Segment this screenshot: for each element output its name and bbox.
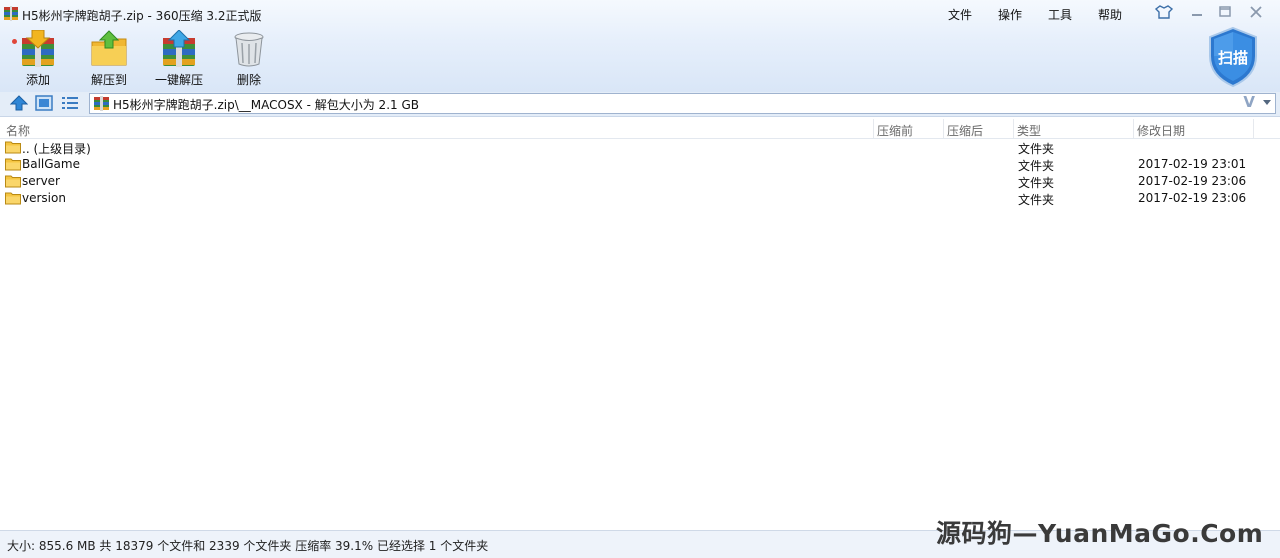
column-modified[interactable]: 修改日期	[1137, 122, 1185, 139]
column-size-after[interactable]: 压缩后	[947, 122, 983, 139]
column-header-row	[0, 119, 1280, 139]
status-text: 大小: 855.6 MB 共 18379 个文件和 2339 个文件夹 压缩率 …	[7, 539, 489, 553]
file-name: version	[22, 191, 66, 205]
skin-shirt-icon[interactable]	[1155, 4, 1173, 20]
column-name[interactable]: 名称	[6, 122, 30, 139]
column-separator[interactable]	[873, 119, 874, 138]
one-click-extract-button[interactable]: 一键解压	[147, 30, 211, 88]
column-separator[interactable]	[1253, 119, 1254, 138]
folder-icon	[5, 158, 21, 171]
folder-icon	[5, 175, 21, 188]
list-item[interactable]: server 文件夹 2017-02-19 23:06	[0, 173, 1280, 190]
address-bar[interactable]: H5彬州字牌跑胡子.zip\__MACOSX - 解包大小为 2.1 GB V	[89, 93, 1276, 114]
menu-file[interactable]: 文件	[948, 6, 972, 23]
list-item[interactable]: version 文件夹 2017-02-19 23:06	[0, 190, 1280, 207]
delete-button[interactable]: 删除	[217, 30, 281, 88]
up-arrow-icon[interactable]	[10, 95, 28, 111]
list-item[interactable]: .. (上级目录) 文件夹	[0, 139, 1280, 156]
column-separator[interactable]	[943, 119, 944, 138]
archive-extract-icon	[163, 30, 195, 67]
archive-add-icon	[22, 30, 54, 67]
column-type[interactable]: 类型	[1017, 122, 1041, 139]
extract-to-label: 解压到	[90, 73, 127, 87]
trash-bin-icon	[234, 32, 264, 67]
menu-help[interactable]: 帮助	[1098, 6, 1122, 23]
add-label: 添加	[25, 73, 50, 87]
file-type: 文件夹	[1018, 193, 1055, 207]
column-separator[interactable]	[1133, 119, 1134, 138]
menu-tools[interactable]: 工具	[1048, 6, 1072, 23]
file-type: 文件夹	[1018, 176, 1055, 190]
maximize-icon[interactable]	[1216, 4, 1234, 20]
delete-label: 删除	[236, 73, 261, 87]
list-view-icon[interactable]	[61, 95, 79, 111]
file-modified: 2017-02-19 23:06	[1138, 174, 1247, 188]
scan-label: 扫描	[1217, 49, 1248, 67]
menu-operation[interactable]: 操作	[998, 6, 1022, 23]
address-v-label[interactable]: V	[1243, 93, 1255, 111]
folder-icon	[5, 192, 21, 205]
file-name: BallGame	[22, 157, 80, 171]
large-icon-view-icon[interactable]	[35, 95, 53, 111]
address-path: H5彬州字牌跑胡子.zip\__MACOSX - 解包大小为 2.1 GB	[113, 98, 419, 112]
file-type: 文件夹	[1018, 159, 1055, 173]
file-name: .. (上级目录)	[22, 142, 91, 156]
add-button[interactable]: 添加	[6, 30, 70, 88]
one-click-extract-label: 一键解压	[154, 73, 203, 87]
folder-extract-icon	[91, 30, 127, 66]
folder-icon	[5, 141, 21, 154]
watermark-text: 源码狗—YuanMaGo.Com	[936, 519, 1264, 548]
app-archive-icon	[4, 6, 18, 21]
file-type: 文件夹	[1018, 142, 1055, 156]
extract-to-button[interactable]: 解压到	[77, 30, 141, 88]
column-separator[interactable]	[1013, 119, 1014, 138]
file-modified: 2017-02-19 23:06	[1138, 191, 1247, 205]
close-icon[interactable]	[1247, 4, 1265, 20]
file-name: server	[22, 174, 60, 188]
minimize-icon[interactable]	[1188, 4, 1206, 20]
archive-small-icon	[94, 96, 109, 111]
file-modified: 2017-02-19 23:01	[1138, 157, 1247, 171]
column-size-before[interactable]: 压缩前	[877, 122, 913, 139]
window-title: H5彬州字牌跑胡子.zip - 360压缩 3.2正式版	[22, 9, 262, 23]
list-item[interactable]: BallGame 文件夹 2017-02-19 23:01	[0, 156, 1280, 173]
address-dropdown-icon[interactable]	[1263, 100, 1271, 105]
